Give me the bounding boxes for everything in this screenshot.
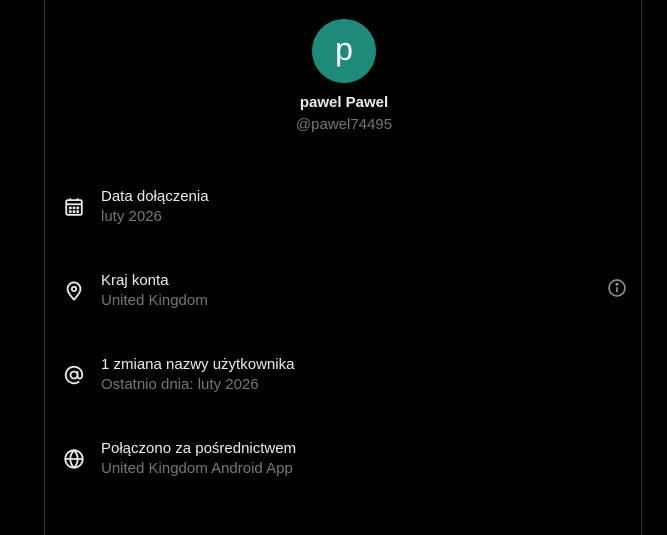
calendar-icon (63, 196, 85, 218)
detail-value: Ostatnio dnia: luty 2026 (101, 376, 259, 393)
detail-row-join-date: Data dołączenia luty 2026 (45, 184, 641, 244)
info-icon[interactable] (607, 278, 629, 300)
detail-value: luty 2026 (101, 208, 162, 225)
detail-row-connected-via: Połączono za pośrednictwem United Kingdo… (45, 436, 641, 496)
detail-title: Kraj konta (101, 272, 169, 289)
username-handle: @pawel74495 (295, 116, 393, 133)
detail-row-account-country: Kraj konta United Kingdom (45, 268, 641, 328)
avatar[interactable]: p (312, 19, 376, 83)
location-pin-icon (63, 280, 85, 302)
detail-value: United Kingdom (101, 292, 208, 309)
globe-icon (63, 448, 85, 470)
at-sign-icon (63, 364, 85, 386)
detail-row-username-changes: 1 zmiana nazwy użytkownika Ostatnio dnia… (45, 352, 641, 412)
page: p pawel Pawel @pawel74495 Data dołączeni… (0, 0, 667, 535)
profile-details-panel: p pawel Pawel @pawel74495 Data dołączeni… (44, 0, 642, 535)
avatar-letter: p (335, 31, 353, 67)
detail-title: Połączono za pośrednictwem (101, 440, 297, 457)
detail-title: Data dołączenia (101, 188, 209, 205)
display-name: pawel Pawel (299, 94, 389, 111)
detail-value: United Kingdom Android App (101, 460, 293, 477)
detail-title: 1 zmiana nazwy użytkownika (101, 356, 295, 373)
